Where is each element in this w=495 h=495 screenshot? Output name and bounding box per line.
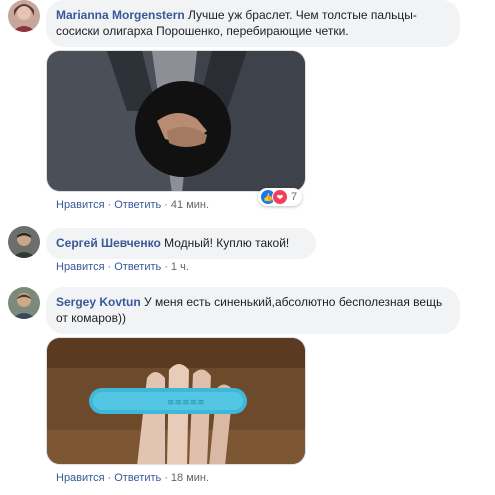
- comment-bubble: Marianna Morgenstern Лучше уж браслет. Ч…: [46, 0, 460, 47]
- timestamp[interactable]: 18 мин.: [171, 472, 209, 484]
- author-name[interactable]: Сергей Шевченко: [56, 236, 161, 250]
- comment-bubble: Sergey Kovtun У меня есть синенький,абсо…: [46, 287, 460, 334]
- author-name[interactable]: Sergey Kovtun: [56, 295, 141, 309]
- separator: ·: [164, 199, 168, 211]
- reply-link[interactable]: Ответить: [114, 199, 161, 211]
- separator: ·: [164, 472, 168, 484]
- comment-text: Модный! Куплю такой!: [160, 236, 290, 250]
- avatar-sergey-kovtun[interactable]: [8, 287, 40, 319]
- love-reaction-icon: ❤: [272, 189, 288, 205]
- reply-link[interactable]: Ответить: [114, 472, 161, 484]
- comment-actions: Нравится · Ответить · 41 мин.: [56, 199, 209, 211]
- comment-photo-bracelet[interactable]: ≋≋≋≋≋: [46, 337, 306, 465]
- comment-photo-handshake[interactable]: [46, 50, 306, 192]
- like-link[interactable]: Нравится: [56, 261, 105, 273]
- comment-actions: Нравится · Ответить · 18 мин.: [56, 472, 209, 484]
- separator: ·: [107, 261, 112, 273]
- avatar-sergey-shevchenko[interactable]: [8, 226, 40, 258]
- reactions-count: 7: [291, 191, 298, 203]
- reply-link[interactable]: Ответить: [114, 261, 161, 273]
- reactions-summary[interactable]: 👍 ❤ 7: [258, 188, 303, 206]
- svg-text:≋≋≋≋≋: ≋≋≋≋≋: [167, 397, 205, 407]
- timestamp[interactable]: 41 мин.: [171, 199, 209, 211]
- separator: ·: [107, 472, 112, 484]
- comment-actions: Нравится · Ответить · 1 ч.: [56, 261, 189, 273]
- like-link[interactable]: Нравится: [56, 472, 105, 484]
- separator: ·: [107, 199, 112, 211]
- like-link[interactable]: Нравится: [56, 199, 105, 211]
- separator: ·: [164, 261, 168, 273]
- timestamp[interactable]: 1 ч.: [171, 261, 189, 273]
- comment-bubble: Сергей Шевченко Модный! Куплю такой!: [46, 228, 316, 259]
- author-name[interactable]: Marianna Morgenstern: [56, 8, 185, 22]
- avatar-marianna[interactable]: [8, 0, 40, 32]
